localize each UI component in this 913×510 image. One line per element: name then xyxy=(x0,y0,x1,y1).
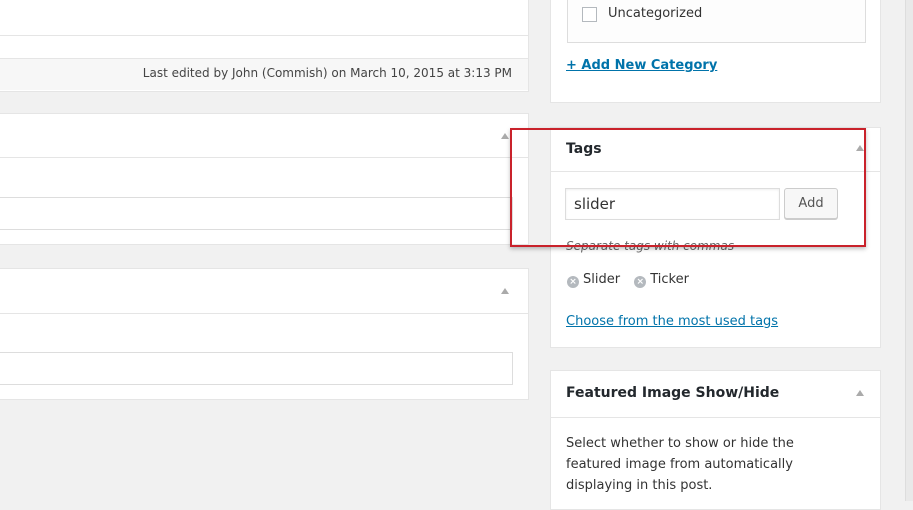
tag-item: × Slider xyxy=(567,272,624,288)
tag-label: Ticker xyxy=(650,272,689,287)
collapse-arrow-icon[interactable] xyxy=(501,133,509,139)
x-circle-icon[interactable]: × xyxy=(634,276,647,288)
editor-status-panel: Last edited by John (Commish) on March 1… xyxy=(0,0,529,92)
category-checkbox[interactable] xyxy=(582,7,597,22)
description-line: displaying in this post. xyxy=(566,478,713,493)
divider xyxy=(0,313,528,314)
right-edge-strip xyxy=(905,0,913,501)
category-label: Uncategorized xyxy=(608,6,703,21)
divider xyxy=(0,35,528,36)
categories-list: Uncategorized xyxy=(567,0,866,43)
categories-box: Uncategorized + Add New Category xyxy=(550,0,881,103)
tag-item: × Ticker xyxy=(634,272,689,288)
collapse-arrow-icon[interactable] xyxy=(856,390,864,396)
meta-box-1-input[interactable] xyxy=(0,197,513,230)
last-edited-text: Last edited by John (Commish) on March 1… xyxy=(142,66,512,80)
add-new-category-link[interactable]: + Add New Category xyxy=(566,58,717,73)
description-line: featured image from automatically xyxy=(566,457,793,472)
x-circle-icon[interactable]: × xyxy=(567,276,579,288)
divider xyxy=(551,417,880,418)
meta-box-1 xyxy=(0,113,529,245)
most-used-tags-link[interactable]: Choose from the most used tags xyxy=(566,314,778,329)
featured-image-box: Featured Image Show/Hide Select whether … xyxy=(550,370,881,510)
tag-list: × Slider × Ticker xyxy=(567,272,689,288)
meta-box-2-input[interactable] xyxy=(0,352,513,385)
description-line: Select whether to show or hide the xyxy=(566,436,794,451)
meta-box-2 xyxy=(0,268,529,400)
collapse-arrow-icon[interactable] xyxy=(501,288,509,294)
editor-status-bar: Last edited by John (Commish) on March 1… xyxy=(0,58,528,90)
featured-image-title: Featured Image Show/Hide xyxy=(566,385,780,401)
divider xyxy=(0,157,528,158)
featured-image-description: Select whether to show or hide the featu… xyxy=(566,433,866,496)
highlight-box xyxy=(510,128,866,247)
tag-label: Slider xyxy=(583,272,621,287)
